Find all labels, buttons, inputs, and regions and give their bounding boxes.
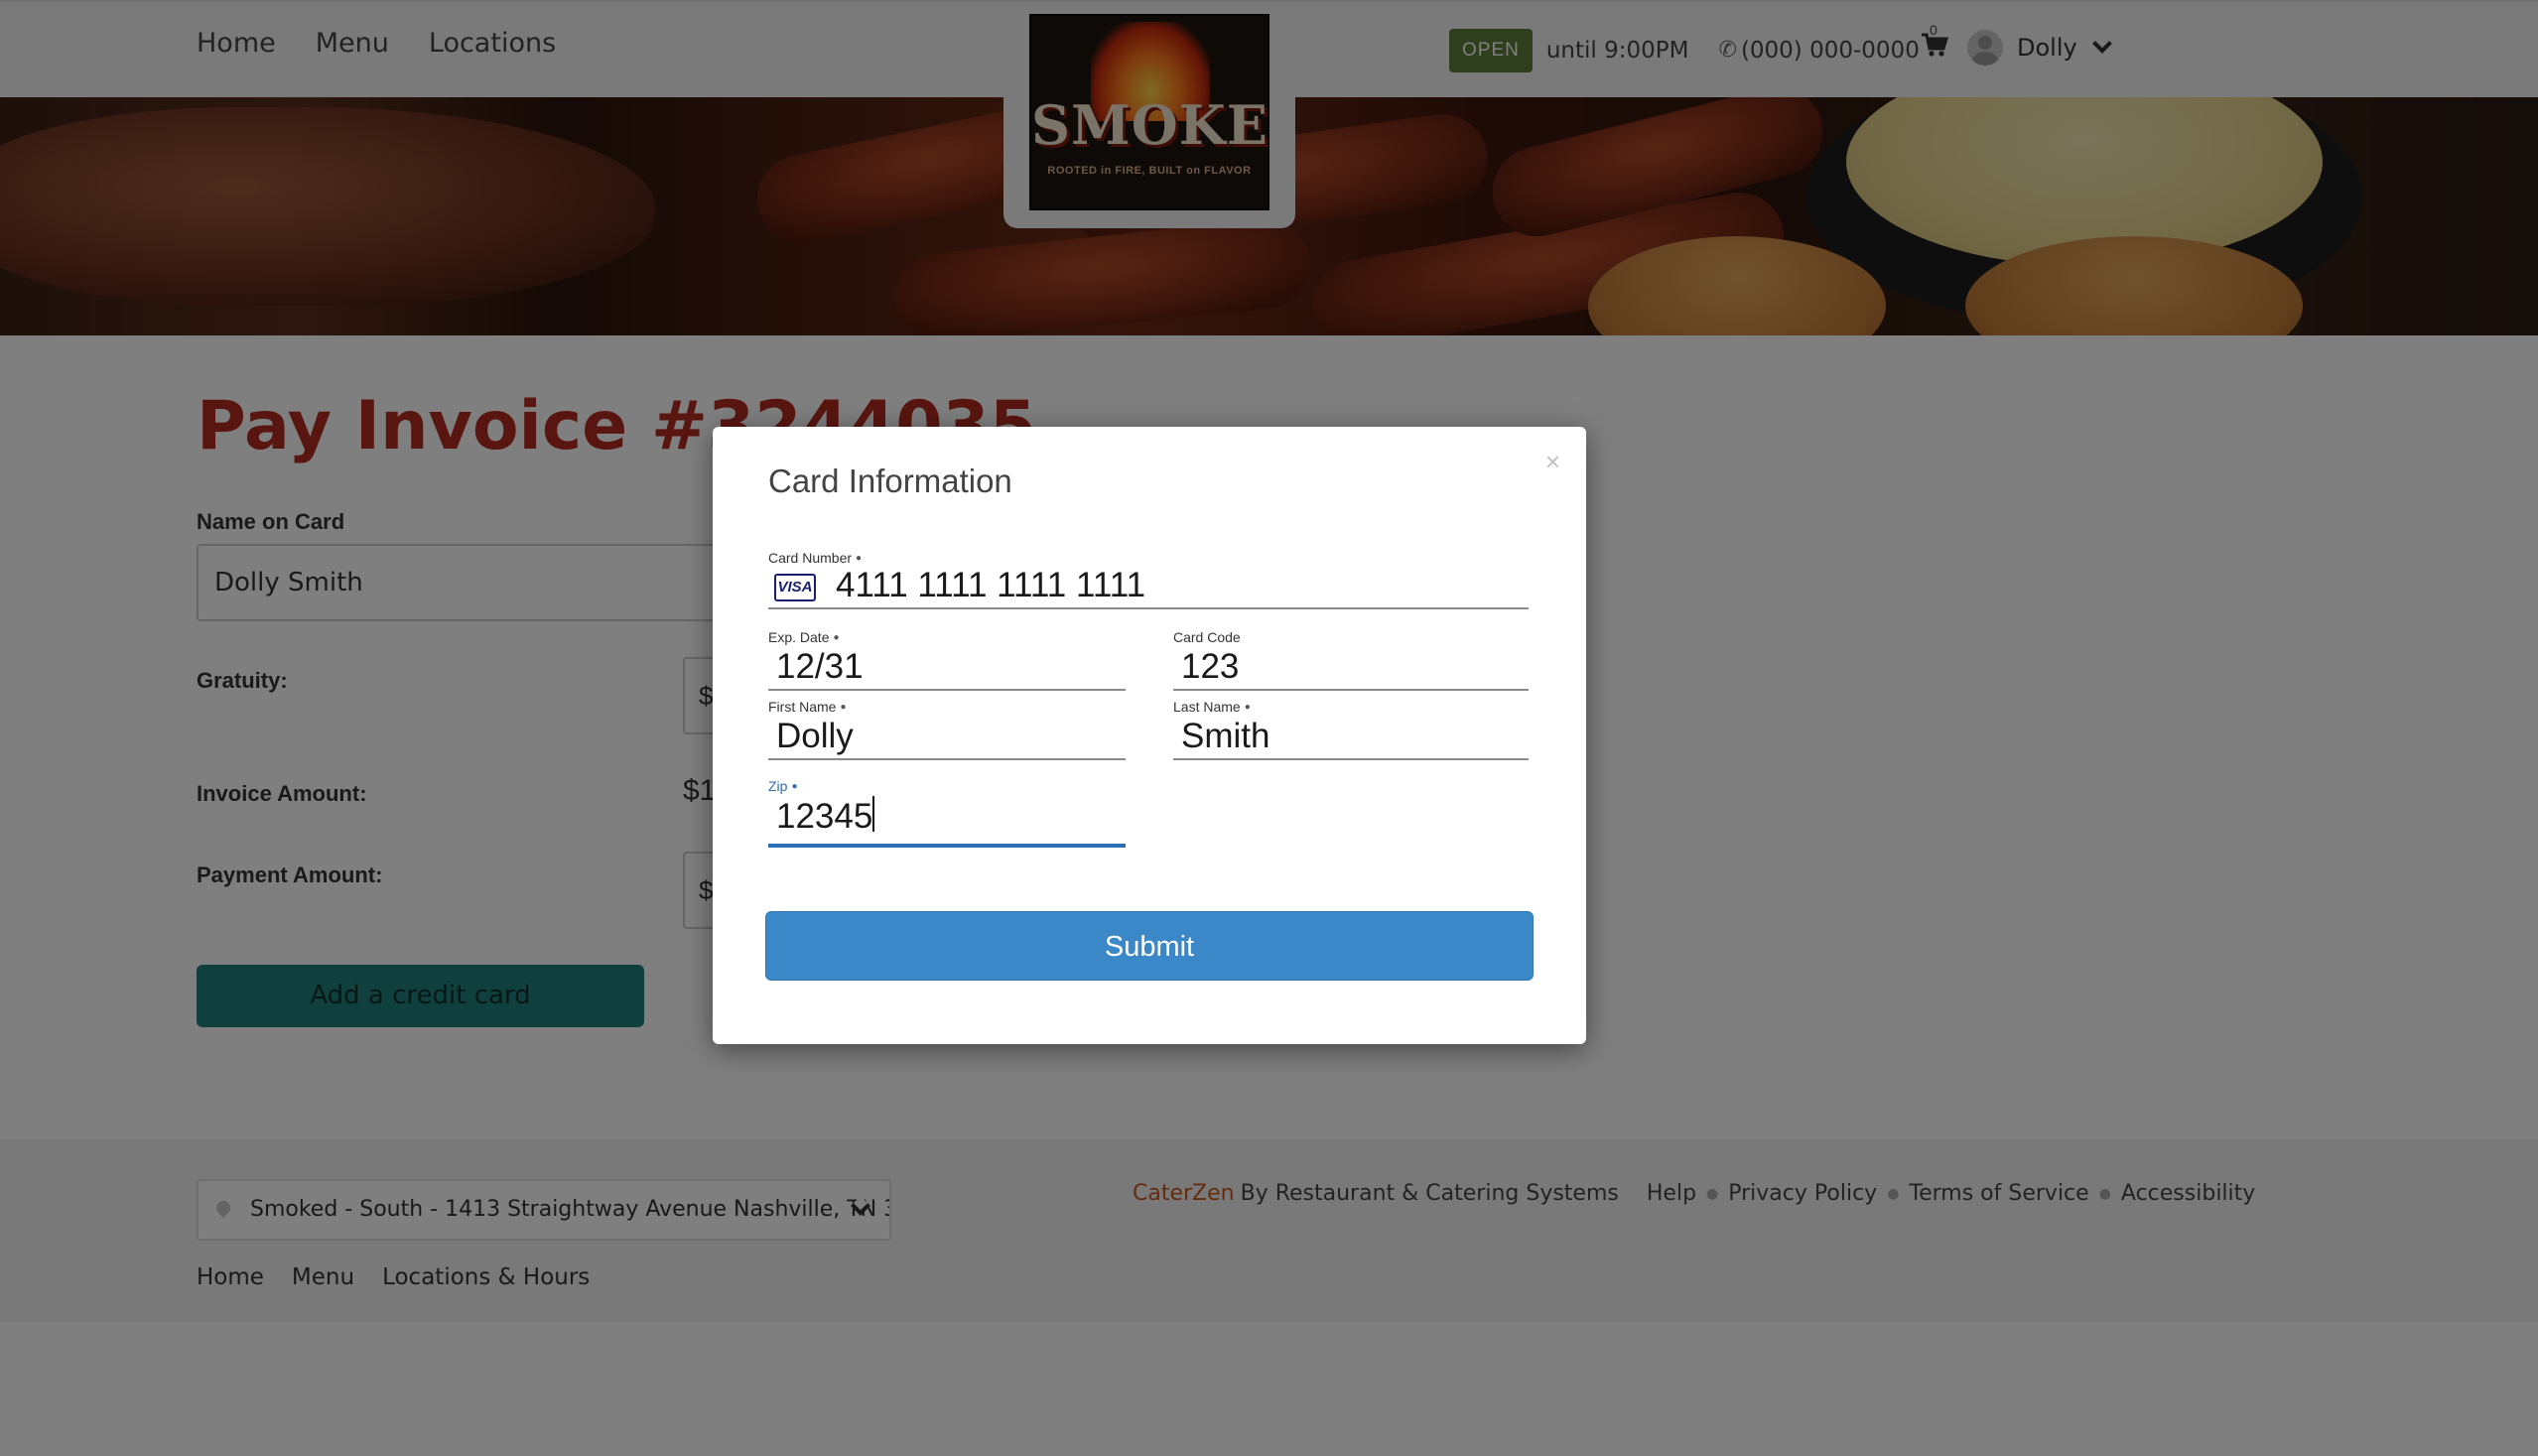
card-number-field[interactable]: Card Number ● VISA 4111 1111 1111 1111: [768, 550, 1529, 609]
card-code-value: 123: [1181, 647, 1240, 686]
last-name-value: Smith: [1181, 717, 1270, 755]
close-icon[interactable]: ×: [1545, 447, 1560, 477]
card-code-field[interactable]: Card Code 123: [1173, 629, 1529, 691]
text-caret: [872, 796, 875, 832]
card-number-value: 4111 1111 1111 1111: [836, 566, 1146, 604]
card-number-label: Card Number ●: [768, 550, 863, 566]
zip-value: 12345: [776, 796, 875, 836]
submit-button[interactable]: Submit: [765, 911, 1534, 981]
card-information-modal: Card Information × Card Number ● VISA 411…: [713, 427, 1586, 1044]
exp-date-label: Exp. Date ●: [768, 629, 840, 645]
zip-field[interactable]: Zip ● 12345: [768, 778, 1126, 848]
card-code-label: Card Code: [1173, 629, 1241, 645]
modal-title: Card Information: [768, 463, 1012, 499]
first-name-field[interactable]: First Name ● Dolly: [768, 699, 1126, 760]
exp-date-value: 12/31: [776, 647, 864, 686]
last-name-field[interactable]: Last Name ● Smith: [1173, 699, 1529, 760]
zip-label: Zip ●: [768, 778, 798, 794]
visa-card-icon: VISA: [774, 574, 816, 601]
last-name-label: Last Name ●: [1173, 699, 1251, 715]
first-name-label: First Name ●: [768, 699, 847, 715]
exp-date-field[interactable]: Exp. Date ● 12/31: [768, 629, 1126, 691]
first-name-value: Dolly: [776, 717, 854, 755]
